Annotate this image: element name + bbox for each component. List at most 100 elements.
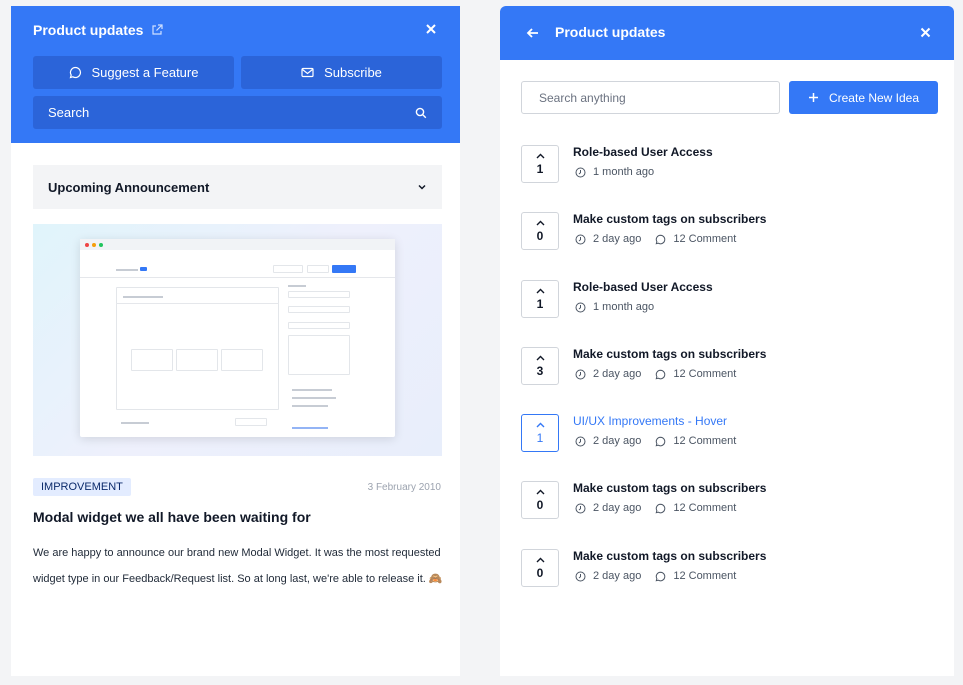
chat-icon xyxy=(69,66,81,79)
idea-meta: 2 day ago 12 Comment xyxy=(575,368,736,380)
ideas-title: Product updates xyxy=(555,24,666,40)
idea-meta: 2 day ago 12 Comment xyxy=(575,502,736,514)
idea-item[interactable]: 1 Role-based User Access 1 month ago xyxy=(521,145,941,185)
vote-count: 1 xyxy=(536,431,544,445)
comment-count[interactable]: 12 Comment xyxy=(655,368,736,380)
suggest-feature-button[interactable]: Suggest a Feature xyxy=(33,56,234,89)
comment-count[interactable]: 12 Comment xyxy=(655,570,736,582)
clock-icon xyxy=(575,302,586,312)
comment-count-text: 12 Comment xyxy=(673,368,737,380)
post-date: 3 February 2010 xyxy=(367,482,441,493)
vote-count: 0 xyxy=(536,498,544,512)
search-icon xyxy=(415,107,427,118)
idea-item[interactable]: 3 Make custom tags on subscribers 2 day ag… xyxy=(521,347,941,387)
clock-icon xyxy=(575,369,586,379)
idea-time: 2 day ago xyxy=(593,368,642,380)
idea-meta: 1 month ago xyxy=(575,166,654,178)
chevron-up-icon xyxy=(536,557,544,563)
comment-count[interactable]: 12 Comment xyxy=(655,435,736,447)
vote-count: 0 xyxy=(536,566,544,580)
clock-icon xyxy=(575,571,586,581)
ideas-board: Product updates Create New Idea 1 Role-ba… xyxy=(500,6,954,676)
idea-time: 1 month ago xyxy=(593,301,655,313)
comment-count-text: 12 Comment xyxy=(673,233,737,245)
clock-icon xyxy=(575,167,586,177)
search-bar[interactable]: Search xyxy=(33,96,442,129)
chevron-up-icon xyxy=(536,288,544,294)
clock-icon xyxy=(575,234,586,244)
idea-time: 2 day ago xyxy=(593,502,642,514)
comment-count-text: 12 Comment xyxy=(673,570,737,582)
upvote-button[interactable]: 1 xyxy=(521,280,559,318)
chevron-up-icon xyxy=(536,489,544,495)
comment-count[interactable]: 12 Comment xyxy=(655,233,736,245)
close-icon[interactable] xyxy=(919,26,932,39)
widget-header: Product updates Suggest a Feature Subscr… xyxy=(11,6,460,143)
upvote-button[interactable]: 1 xyxy=(521,145,559,183)
search-input[interactable] xyxy=(521,81,780,114)
chevron-up-icon xyxy=(536,153,544,159)
comment-icon xyxy=(655,234,666,244)
upcoming-announcement-toggle[interactable]: Upcoming Announcement xyxy=(33,165,442,209)
idea-item[interactable]: 0 Make custom tags on subscribers 2 day ag… xyxy=(521,481,941,521)
category-badge: IMPROVEMENT xyxy=(33,478,131,496)
ideas-header: Product updates xyxy=(500,6,954,60)
idea-time: 1 month ago xyxy=(593,166,655,178)
post-title[interactable]: Modal widget we all have been waiting fo… xyxy=(33,509,311,525)
mail-icon xyxy=(301,67,314,78)
idea-title[interactable]: Make custom tags on subscribers xyxy=(573,481,766,495)
chevron-down-icon xyxy=(418,184,426,190)
idea-meta: 2 day ago 12 Comment xyxy=(575,435,736,447)
subscribe-label: Subscribe xyxy=(324,65,382,80)
idea-item[interactable]: 1 UI/UX Improvements - Hover 2 day ago 12 C… xyxy=(521,414,941,454)
widget-title-text: Product updates xyxy=(33,22,144,38)
chevron-up-icon xyxy=(536,422,544,428)
idea-meta: 1 month ago xyxy=(575,301,654,313)
upvote-button[interactable]: 3 xyxy=(521,347,559,385)
comment-count[interactable]: 12 Comment xyxy=(655,502,736,514)
upvote-button[interactable]: 0 xyxy=(521,212,559,250)
idea-item[interactable]: 0 Make custom tags on subscribers 2 day ag… xyxy=(521,549,941,589)
suggest-feature-label: Suggest a Feature xyxy=(91,65,199,80)
idea-item[interactable]: 1 Role-based User Access 1 month ago xyxy=(521,280,941,320)
idea-meta: 2 day ago 12 Comment xyxy=(575,233,736,245)
post-cover-image xyxy=(33,224,442,456)
vote-count: 3 xyxy=(536,364,544,378)
upvote-button[interactable]: 1 xyxy=(521,414,559,452)
idea-title[interactable]: Make custom tags on subscribers xyxy=(573,347,766,361)
idea-item[interactable]: 0 Make custom tags on subscribers 2 day ag… xyxy=(521,212,941,252)
upvote-button[interactable]: 0 xyxy=(521,481,559,519)
idea-title[interactable]: Make custom tags on subscribers xyxy=(573,212,766,226)
idea-title[interactable]: Make custom tags on subscribers xyxy=(573,549,766,563)
comment-icon xyxy=(655,436,666,446)
editor-screenshot xyxy=(80,239,395,437)
close-icon[interactable] xyxy=(424,22,438,36)
widget-title: Product updates xyxy=(33,22,164,38)
comment-icon xyxy=(655,503,666,513)
upvote-button[interactable]: 0 xyxy=(521,549,559,587)
search-label: Search xyxy=(48,105,90,120)
external-link-icon[interactable] xyxy=(151,24,164,36)
post-body: We are happy to announce our brand new M… xyxy=(33,547,443,585)
chevron-up-icon xyxy=(536,220,544,226)
idea-time: 2 day ago xyxy=(593,570,642,582)
idea-title[interactable]: Role-based User Access xyxy=(573,280,713,294)
arrow-left-icon[interactable] xyxy=(526,26,540,40)
idea-time: 2 day ago xyxy=(593,233,642,245)
vote-count: 1 xyxy=(536,297,544,311)
idea-title[interactable]: Role-based User Access xyxy=(573,145,713,159)
subscribe-button[interactable]: Subscribe xyxy=(241,56,442,89)
comment-count-text: 12 Comment xyxy=(673,435,737,447)
comment-count-text: 12 Comment xyxy=(673,502,737,514)
idea-time: 2 day ago xyxy=(593,435,642,447)
chevron-up-icon xyxy=(536,355,544,361)
comment-icon xyxy=(655,571,666,581)
vote-count: 0 xyxy=(536,229,544,243)
create-idea-button[interactable]: Create New Idea xyxy=(789,81,938,114)
comment-icon xyxy=(655,369,666,379)
section-title: Upcoming Announcement xyxy=(48,179,210,195)
create-idea-label: Create New Idea xyxy=(828,90,920,105)
idea-title[interactable]: UI/UX Improvements - Hover xyxy=(573,414,727,428)
product-updates-widget: Product updates Suggest a Feature Subscr… xyxy=(11,6,460,676)
vote-count: 1 xyxy=(536,162,544,176)
